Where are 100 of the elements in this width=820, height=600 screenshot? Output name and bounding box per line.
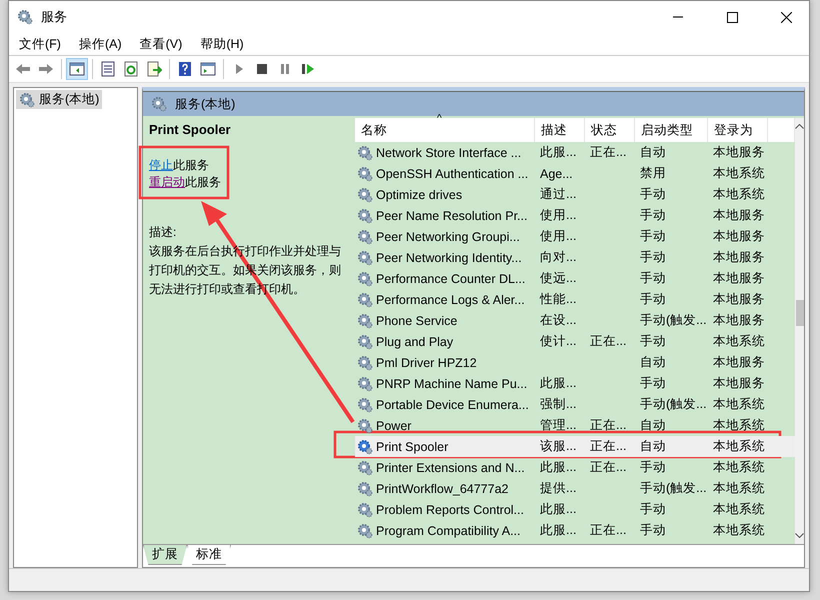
- column-header[interactable]: 登录为: [708, 118, 768, 142]
- service-row[interactable]: Network Store Interface ... 此服... 正在... 自动 本地服务: [355, 142, 795, 163]
- table-cell: 本地服务: [713, 208, 765, 222]
- table-cell: 本地系统: [713, 481, 765, 495]
- table-cell: 正在...: [590, 460, 626, 474]
- minimize-icon: [672, 16, 684, 18]
- gear-icon: [357, 270, 373, 286]
- table-cell: PrintWorkflow_64777a2: [376, 482, 508, 496]
- table-cell: 正在...: [590, 523, 626, 537]
- service-row[interactable]: Printer Extensions and N... 此服... 正在... 手动 本地系统: [355, 457, 795, 478]
- gear-icon: [357, 186, 373, 202]
- action-link[interactable]: 停止: [149, 158, 173, 172]
- service-row[interactable]: Plug and Play 使计... 正在... 手动 本地系统: [355, 331, 795, 352]
- maximize-icon: [726, 12, 738, 22]
- service-row[interactable]: Optimize drives 通过... 手动 本地系统: [355, 184, 795, 205]
- table-cell: 本地系统: [713, 418, 765, 432]
- table-cell: OpenSSH Authentication ...: [376, 166, 528, 180]
- table-cell: 手动: [640, 229, 666, 243]
- table-cell: Problem Reports Control...: [376, 502, 524, 516]
- service-row[interactable]: Program Compatibility A... 此服... 正在... 手动 本地系统: [355, 520, 795, 541]
- gear-icon: [357, 292, 373, 308]
- column-header[interactable]: 描述: [535, 118, 585, 142]
- gear-icon: [357, 166, 373, 182]
- table-cell: 本地系统: [713, 523, 765, 537]
- view-tab[interactable]: 扩展: [143, 545, 187, 565]
- gear-icon: [357, 438, 373, 454]
- gear-icon: [357, 460, 373, 476]
- table-cell: 在设...: [540, 313, 576, 327]
- table-cell: 正在...: [590, 439, 626, 453]
- table-cell: PNRP Machine Name Pu...: [376, 376, 528, 390]
- table-cell: 手动: [640, 208, 666, 222]
- column-header[interactable]: 状态: [585, 118, 635, 142]
- table-cell: Age...: [540, 166, 573, 180]
- table-cell: 本地服务: [713, 292, 765, 306]
- table-cell: 此服...: [540, 502, 576, 516]
- service-row[interactable]: Portable Device Enumera... 强制... 手动(触发... 本地系统: [355, 394, 795, 415]
- service-row[interactable]: Print Spooler 该服... 正在... 自动 本地系统: [355, 436, 795, 457]
- table-cell: 性能...: [540, 292, 576, 306]
- gear-icon: [357, 250, 373, 266]
- console-tree-icon[interactable]: [67, 59, 87, 79]
- table-cell: Performance Counter DL...: [376, 272, 526, 286]
- gear-icon: [357, 376, 373, 392]
- table-cell: 自动: [640, 439, 666, 453]
- table-cell: 提供...: [540, 481, 576, 495]
- menu-item[interactable]: 帮助(H): [194, 36, 250, 52]
- menu-item[interactable]: 查看(V): [134, 36, 188, 52]
- table-cell: 管理...: [540, 418, 576, 432]
- service-row[interactable]: Problem Reports Control... 此服... 手动 本地系统: [355, 499, 795, 520]
- service-row[interactable]: Performance Logs & Aler... 性能... 手动 本地服务: [355, 289, 795, 310]
- service-row[interactable]: Performance Counter DL... 使远... 手动 本地服务: [355, 268, 795, 289]
- service-row[interactable]: Phone Service 在设... 手动(触发... 本地服务: [355, 310, 795, 331]
- service-row[interactable]: PrintWorkflow_64777a2 提供... 手动(触发... 本地系统: [355, 478, 795, 499]
- table-cell: Pml Driver HPZ12: [376, 356, 477, 370]
- app-gear-icon: [17, 9, 33, 25]
- service-row[interactable]: Peer Networking Identity... 向对... 手动 本地服务: [355, 247, 795, 268]
- gear-icon: [357, 396, 373, 412]
- action-link[interactable]: 重启动: [149, 175, 185, 189]
- table-cell: 正在...: [590, 145, 626, 159]
- table-cell: Peer Networking Identity...: [376, 250, 522, 264]
- scrollbar[interactable]: [795, 118, 804, 544]
- table-cell: Peer Networking Groupi...: [376, 230, 520, 244]
- gear-icon: [19, 92, 35, 108]
- table-cell: 正在...: [590, 334, 626, 348]
- service-row[interactable]: Peer Networking Groupi... 使用... 手动 本地服务: [355, 226, 795, 247]
- menu-item[interactable]: 文件(F): [13, 36, 67, 52]
- gear-icon: [151, 96, 167, 112]
- table-cell: Plug and Play: [376, 334, 454, 348]
- gear-icon: [357, 144, 373, 160]
- table-cell: 手动: [640, 376, 666, 390]
- table-cell: 本地系统: [713, 187, 765, 201]
- table-cell: 本地服务: [713, 250, 765, 264]
- service-row[interactable]: Power 管理... 正在... 自动 本地系统: [355, 415, 795, 436]
- table-cell: 本地系统: [713, 460, 765, 474]
- view-tab[interactable]: 标准: [187, 545, 231, 565]
- gear-icon: [357, 354, 373, 370]
- table-cell: 手动: [640, 460, 666, 474]
- service-row[interactable]: PNRP Machine Name Pu... 此服... 手动 本地服务: [355, 373, 795, 394]
- tree-item[interactable]: 服务(本地): [16, 90, 102, 109]
- table-cell: Optimize drives: [376, 188, 462, 202]
- description-label: 描述:: [149, 224, 178, 241]
- table-cell: 本地服务: [713, 355, 765, 369]
- gear-icon: [357, 480, 373, 496]
- service-row[interactable]: Pml Driver HPZ12 自动 本地服务: [355, 352, 795, 373]
- service-row[interactable]: Peer Name Resolution Pr... 使用... 手动 本地服务: [355, 205, 795, 226]
- table-cell: 手动: [640, 502, 666, 516]
- menu-item[interactable]: 操作(A): [72, 36, 128, 52]
- table-cell: 手动: [640, 187, 666, 201]
- scroll-up-icon: [795, 124, 804, 129]
- table-cell: 手动: [640, 250, 666, 264]
- table-cell: 手动(触发...: [640, 397, 707, 411]
- action-text: 此服务: [185, 175, 221, 189]
- gear-icon: [357, 312, 373, 328]
- gear-icon: [357, 228, 373, 244]
- service-row[interactable]: OpenSSH Authentication ... Age... 禁用 本地系统: [355, 163, 795, 184]
- table-cell: 该服...: [540, 439, 576, 453]
- table-cell: 通过...: [540, 187, 576, 201]
- column-header[interactable]: 启动类型: [635, 118, 708, 142]
- table-cell: 本地系统: [713, 334, 765, 348]
- table-cell: Printer Extensions and N...: [376, 460, 525, 474]
- table-cell: 本地系统: [713, 502, 765, 516]
